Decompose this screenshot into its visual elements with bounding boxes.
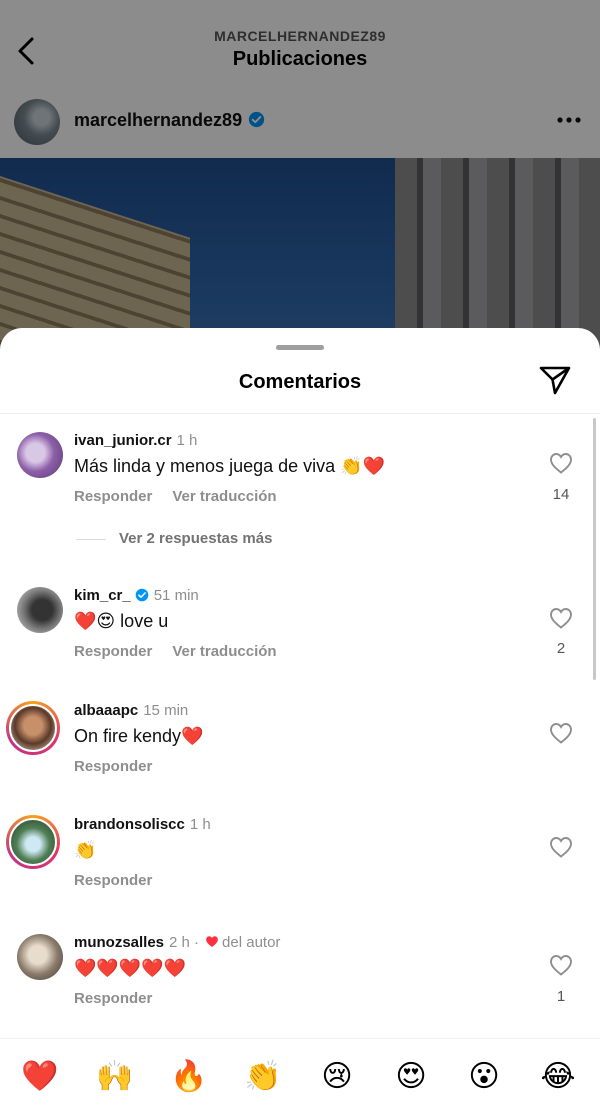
like-count: 1 [556,988,566,1005]
comment-text: 👏 [74,840,97,860]
comment-time: 15 min [143,702,189,719]
heart-icon[interactable] [549,607,573,629]
comment-item: albaaapc 15 min On fire kendy❤️ Responder [0,701,600,812]
comment-actions: Responder [74,872,172,889]
comment-text: ❤️❤️❤️❤️❤️ [74,958,187,978]
paper-plane-icon[interactable] [538,364,572,396]
comment-item: kim_cr_ 51 min ❤️😍 love u Responder Ver tr… [0,587,600,697]
translate-button[interactable]: Ver traducción [172,488,276,505]
comment-time: 1 h [176,432,198,449]
emoji-heart-button[interactable]: ❤️ [18,1057,62,1097]
comment-header: kim_cr_ 51 min [74,587,199,604]
emoji-laughing-button[interactable]: 😂 [536,1057,580,1097]
comment-username[interactable]: munozsalles [74,934,164,951]
view-replies-button[interactable]: Ver 2 respuestas más [76,530,272,547]
comment-text: Más linda y menos juega de viva 👏❤️ [74,456,385,476]
emoji-fire-button[interactable]: 🔥 [167,1057,211,1097]
avatar[interactable] [6,815,60,869]
comment-time: 51 min [153,587,199,604]
drag-handle[interactable] [276,345,324,350]
reply-button[interactable]: Responder [74,990,152,1007]
emoji-reaction-bar: ❤️ 🙌 🔥 👏 😢 😍 😮 😂 [0,1038,600,1112]
author-like-label: del autor [222,934,281,951]
comment-actions: Responder Ver traducción [74,488,297,505]
heart-icon[interactable] [549,452,573,474]
comment-header: munozsalles 2 h · del autor [74,934,280,951]
reply-button[interactable]: Responder [74,643,152,660]
comment-username[interactable]: brandonsoliscc [74,816,185,833]
emoji-raised-hands-button[interactable]: 🙌 [93,1057,137,1097]
emoji-crying-button[interactable]: 😢 [315,1057,359,1097]
heart-icon[interactable] [549,954,573,976]
like-count: 14 [552,486,570,503]
comment-item: ivan_junior.cr 1 h Más linda y menos jueg… [0,432,600,542]
comment-text: On fire kendy❤️ [74,726,204,746]
comment-time: 2 h · [169,934,200,951]
divider [0,413,600,414]
comment-item: brandonsoliscc 1 h 👏 Responder [0,815,600,926]
reply-button[interactable]: Responder [74,872,152,889]
comment-time: 1 h [189,816,211,833]
emoji-clap-button[interactable]: 👏 [241,1057,285,1097]
comment-username[interactable]: ivan_junior.cr [74,432,172,449]
emoji-surprised-button[interactable]: 😮 [462,1057,506,1097]
comment-text: ❤️😍 love u [74,611,169,631]
author-heart-icon [206,936,218,948]
comment-username[interactable]: albaaapc [74,702,138,719]
verified-icon [135,588,149,602]
comments-sheet: Comentarios ivan_junior.cr 1 h Más linda … [0,328,600,1112]
heart-icon[interactable] [549,836,573,858]
emoji-heart-eyes-button[interactable]: 😍 [389,1057,433,1097]
avatar[interactable] [17,587,63,633]
comment-actions: Responder Ver traducción [74,643,297,660]
comment-header: brandonsoliscc 1 h [74,816,211,833]
reply-button[interactable]: Responder [74,488,152,505]
comment-actions: Responder [74,758,172,775]
comment-actions: Responder [74,990,172,1007]
translate-button[interactable]: Ver traducción [172,643,276,660]
reply-button[interactable]: Responder [74,758,152,775]
avatar[interactable] [17,432,63,478]
sheet-title: Comentarios [238,371,362,393]
comment-item: munozsalles 2 h · del autor ❤️❤️❤️❤️❤️ Res… [0,934,600,1044]
comment-header: albaaapc 15 min [74,702,188,719]
avatar[interactable] [6,701,60,755]
comment-username[interactable]: kim_cr_ [74,587,131,604]
heart-icon[interactable] [549,722,573,744]
like-count: 2 [556,640,566,657]
comment-header: ivan_junior.cr 1 h [74,432,197,449]
avatar[interactable] [17,934,63,980]
